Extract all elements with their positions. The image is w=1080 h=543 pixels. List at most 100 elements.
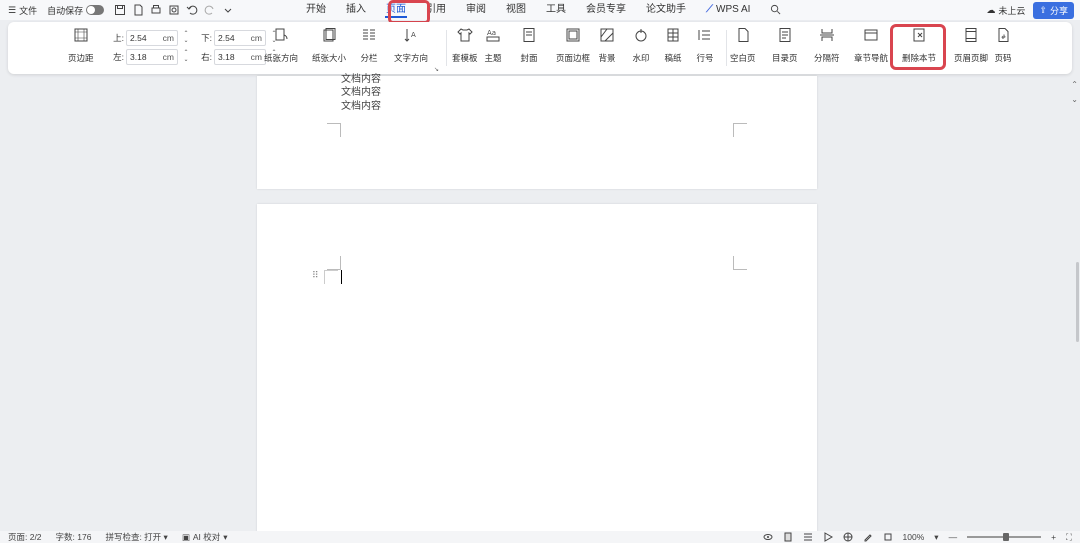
columns-label: 分栏 [360,53,378,63]
page-count[interactable]: 页面: 2/2 [8,531,42,543]
active-tab-highlight [388,0,430,24]
background-label: 背景 [598,53,616,63]
tab-member[interactable]: 会员专享 [576,0,636,20]
line-number-label: 行号 [696,53,714,63]
fit-page-icon[interactable] [883,532,893,542]
spell-check-toggle[interactable]: 拼写检查: 打开 ▾ [105,531,167,543]
ribbon-separator [726,30,727,66]
header-footer-button[interactable]: 页眉页脚 [954,26,988,64]
margin-top-input[interactable]: 2.54 cm [126,29,178,46]
file-menu-label: 文件 [19,5,38,16]
tab-thesis[interactable]: 论文助手 [636,0,696,20]
print-preview-icon[interactable] [168,4,180,16]
margin-label: 页边距 [68,53,94,63]
margin-right-input[interactable]: 3.18 cm [214,48,266,65]
watermark-button[interactable]: 水印 [632,26,650,64]
theme-button[interactable]: Aa 主题 [484,26,502,64]
share-button[interactable]: ⇪ 分享 [1033,2,1074,19]
fullscreen-icon[interactable]: ⛶ [1066,532,1072,543]
outline-view-icon[interactable] [803,532,813,542]
file-menu[interactable]: ☰ 文件 [8,4,37,17]
export-pdf-icon[interactable] [132,4,144,16]
text-cursor [341,270,342,284]
drag-handle-icon[interactable]: ⠿ [312,271,319,280]
separator-label: 分隔符 [814,53,840,63]
ribbon-tabs: 开始 插入 页面 引用 审阅 视图 工具 会员专享 论文助手 ⟋ WPS AI [296,0,791,20]
zoom-level[interactable]: 100% [903,532,925,542]
svg-text:#: # [1001,34,1006,41]
tab-wps-ai-label: WPS AI [716,4,751,15]
zoom-slider-thumb[interactable] [1003,533,1010,541]
manuscript-button[interactable]: 稿纸 [664,26,682,64]
template-button[interactable]: 套模板 [452,26,478,64]
redo-icon[interactable] [204,4,216,16]
dialog-launcher-icon[interactable]: ↘ [434,66,439,73]
svg-text:A: A [411,31,416,39]
tab-insert[interactable]: 插入 [336,0,376,20]
page-size-button[interactable]: 纸张大小 [312,26,346,64]
write-mode-icon[interactable] [863,532,873,542]
print-icon[interactable] [150,4,162,16]
header-footer-icon [962,26,980,44]
toc-page-button[interactable]: 目录页 [772,26,798,64]
web-view-icon[interactable] [843,532,853,542]
cloud-icon: ☁ [986,5,996,15]
wps-ai-icon: ⟋ [706,4,713,15]
background-button[interactable]: 背景 [598,26,616,64]
cloud-label: 未上云 [998,6,1026,16]
zoom-dropdown-icon[interactable]: ▾ [934,532,938,543]
text-direction-button[interactable]: A 文字方向 [394,26,428,64]
blank-page-button[interactable]: 空白页 [730,26,756,64]
scrollbar-thumb[interactable] [1076,262,1079,342]
page-orientation-label: 纸张方向 [264,53,299,63]
zoom-slider[interactable] [967,533,1042,541]
zoom-in-icon[interactable]: + [1051,532,1056,542]
margin-left-unit: cm [162,51,174,62]
tab-home[interactable]: 开始 [296,0,336,20]
page-border-button[interactable]: 页面边框 [556,26,590,64]
margin-top-stepper[interactable]: ⌃ ⌄ [182,31,190,45]
page-number-icon: # [994,26,1012,44]
eye-icon[interactable] [763,532,773,542]
page-border-label: 页面边框 [556,53,591,63]
line-number-button[interactable]: 行号 [696,26,714,64]
header-footer-label: 页眉页脚 [954,53,989,63]
autosave-toggle[interactable]: 自动保存 [47,4,105,17]
tab-wps-ai[interactable]: ⟋ WPS AI [696,0,760,20]
zoom-out-icon[interactable]: — [949,532,958,542]
chevron-down-icon[interactable] [222,4,234,16]
margin-button[interactable]: 页边距 [68,26,94,64]
toc-page-label: 目录页 [772,53,798,63]
document-page-1[interactable]: 文档内容 文档内容 文档内容 [257,74,817,189]
paragraph-mark [324,270,338,284]
theme-icon: Aa [484,26,502,44]
margin-bottom-input[interactable]: 2.54 cm [214,29,266,46]
tab-view[interactable]: 视图 [496,0,536,20]
page-size-icon [320,26,338,44]
columns-button[interactable]: 分栏 [360,26,378,64]
margin-left-input[interactable]: 3.18 cm [126,48,178,65]
tab-review[interactable]: 审阅 [456,0,496,20]
section-nav-button[interactable]: 章节导航 [854,26,888,64]
page-orientation-button[interactable]: 纸张方向 [264,26,298,64]
margin-left-stepper[interactable]: ⌃ ⌄ [182,50,190,64]
tab-tools[interactable]: 工具 [536,0,576,20]
ai-check-button[interactable]: ▣ AI 校对 ▾ [182,531,228,543]
toc-page-icon [776,26,794,44]
background-icon [598,26,616,44]
svg-text:Aa: Aa [487,29,496,37]
cover-button[interactable]: 封面 [520,26,538,64]
cloud-status[interactable]: ☁ 未上云 [986,4,1025,17]
separator-button[interactable]: 分隔符 [814,26,840,64]
vertical-scrollbar[interactable] [1074,76,1080,531]
search-icon[interactable] [760,0,791,20]
document-page-2[interactable]: ⠿ [257,204,817,543]
play-icon[interactable] [823,532,833,542]
separator-icon [818,26,836,44]
word-count[interactable]: 字数: 176 [56,531,92,543]
undo-icon[interactable] [186,4,198,16]
save-icon[interactable] [114,4,126,16]
page-view-icon[interactable] [783,532,793,542]
margin-right-label: 右: [201,51,212,62]
page-number-button[interactable]: # 页码 [994,26,1012,64]
